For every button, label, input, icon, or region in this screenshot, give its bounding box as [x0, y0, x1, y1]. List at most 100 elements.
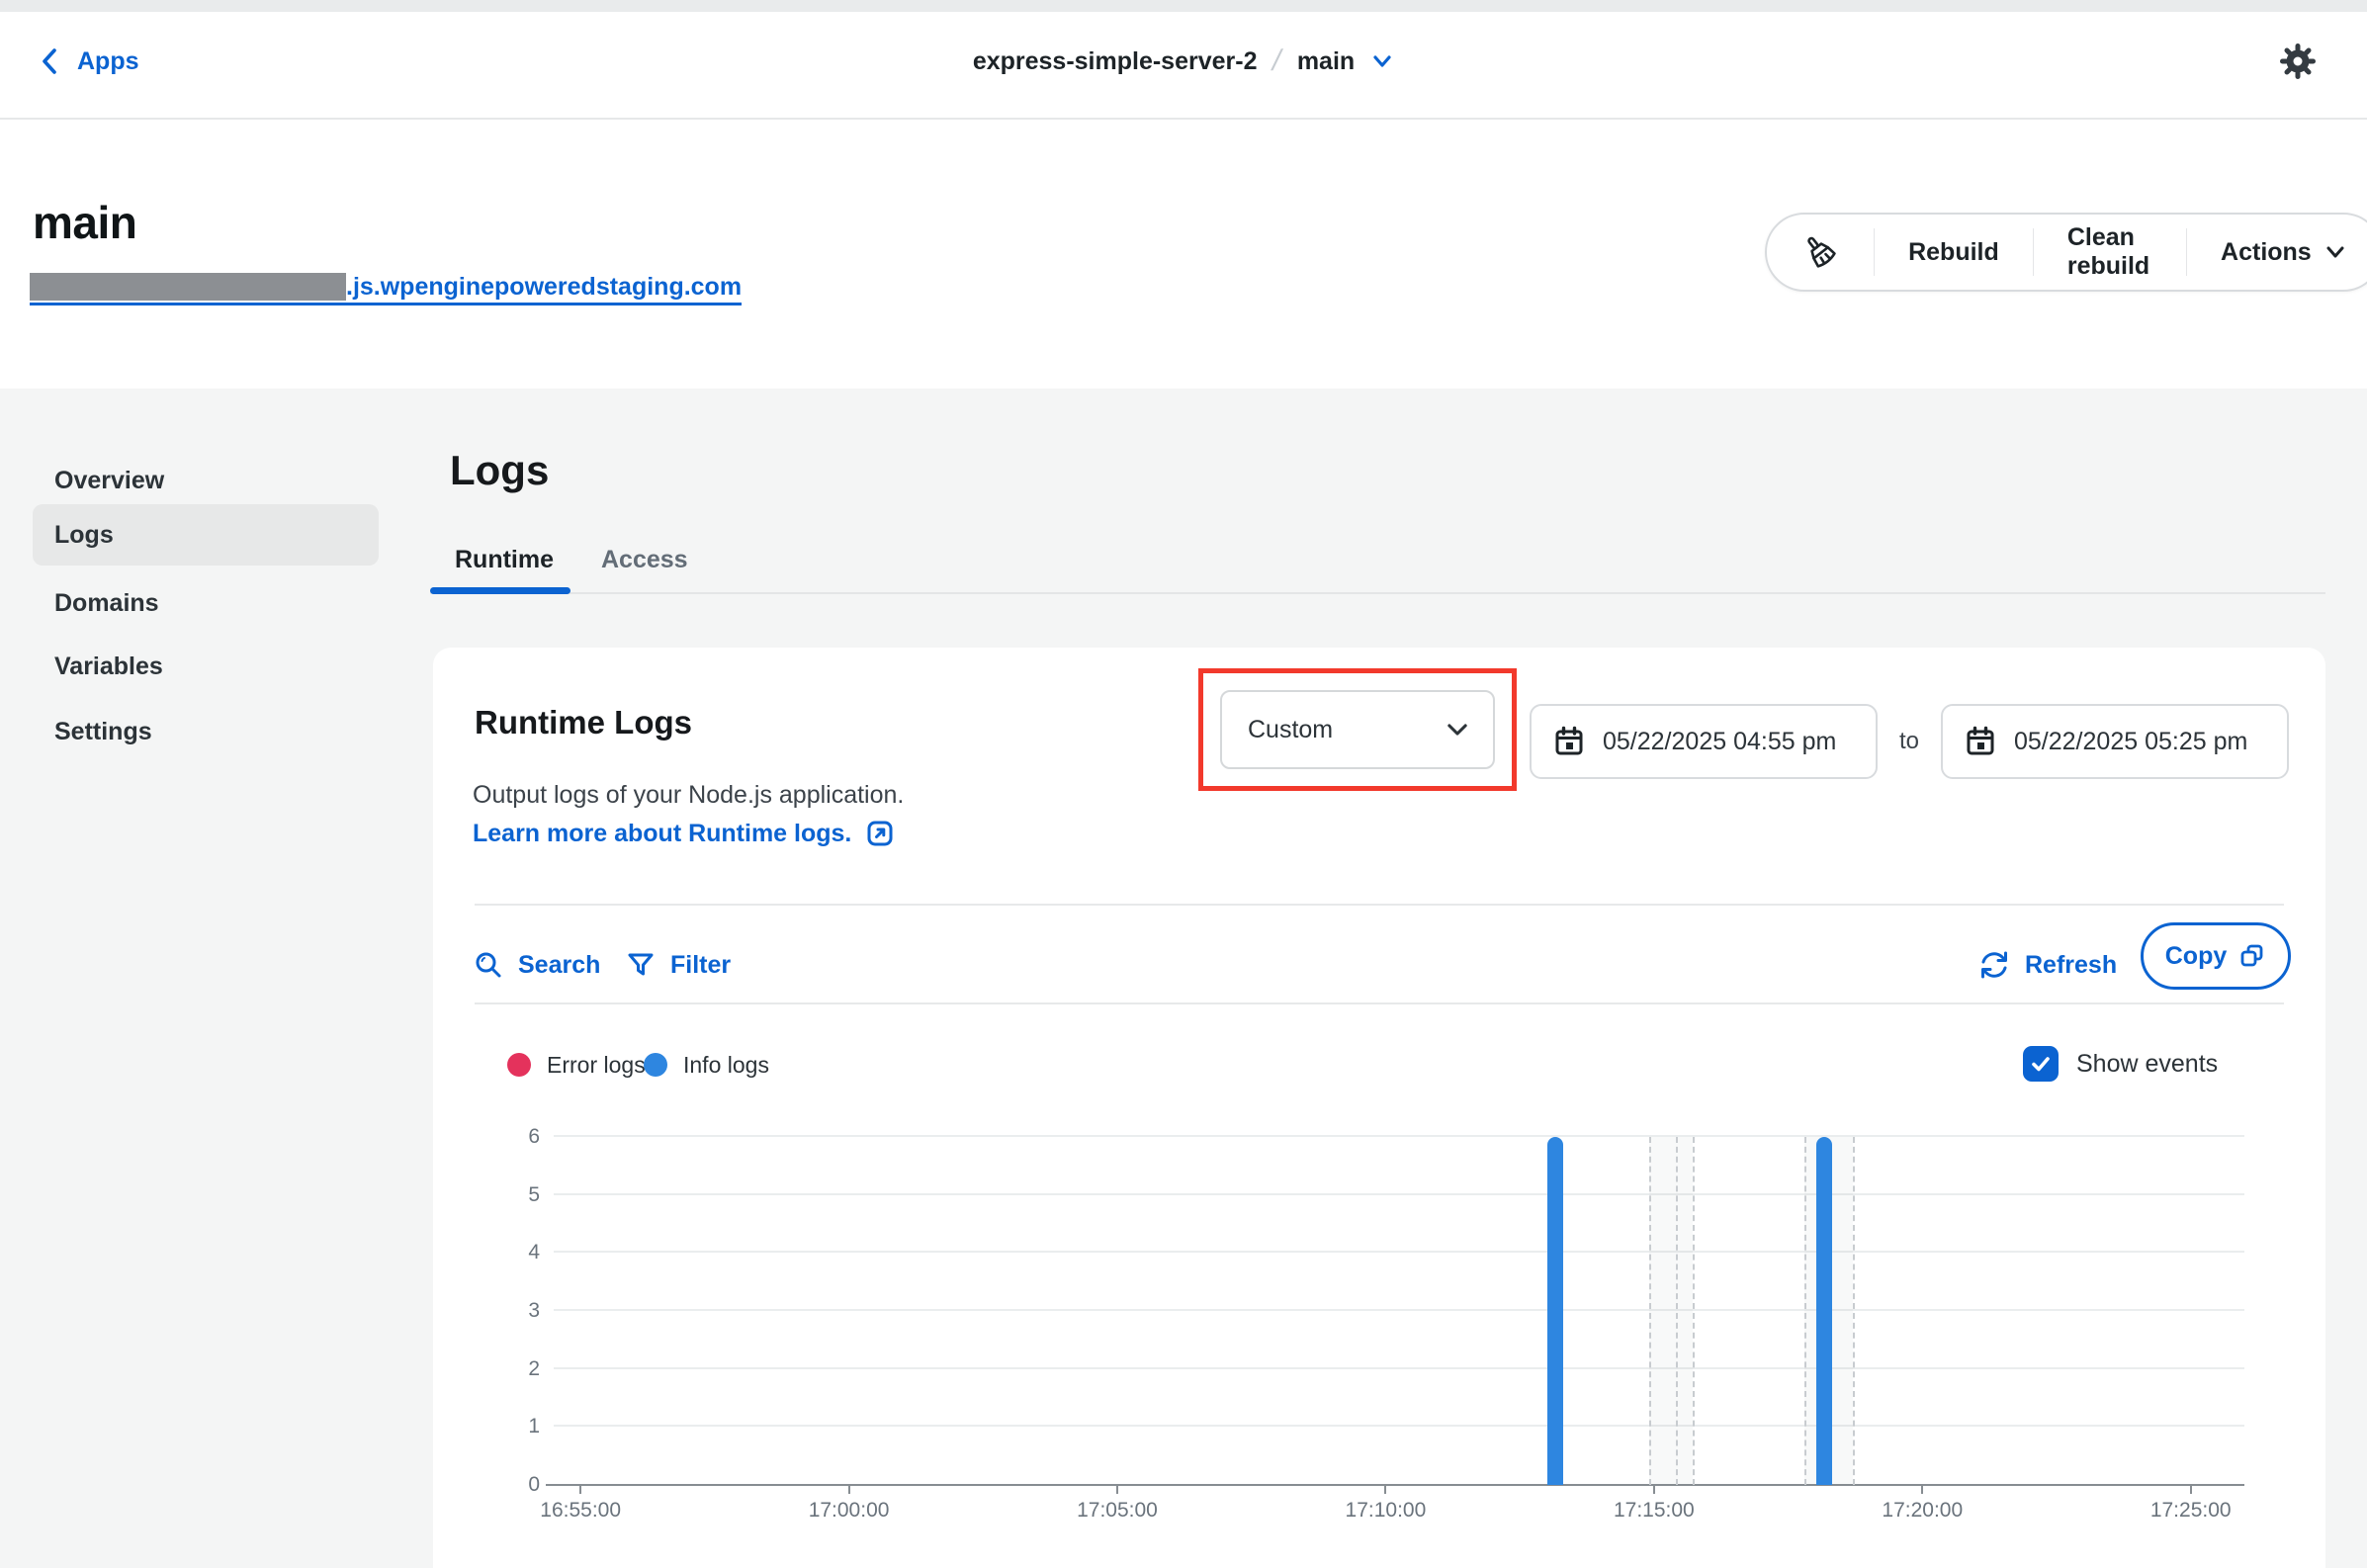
copy-icon — [2238, 942, 2266, 970]
section-title: Logs — [450, 447, 549, 494]
event-dashed-line — [1649, 1137, 1651, 1485]
refresh-label: Refresh — [2025, 951, 2117, 980]
page-title: main — [33, 196, 136, 249]
breadcrumb-environment[interactable]: main — [1297, 47, 1355, 76]
x-axis-tick-label: 17:10:00 — [1306, 1499, 1464, 1523]
tabs-divider — [430, 592, 2325, 594]
log-count-bar — [1816, 1137, 1832, 1485]
search-label: Search — [518, 951, 600, 980]
chart-x-axis-tick-labels: 16:55:0017:00:0017:05:0017:10:0017:15:00… — [554, 1485, 2244, 1534]
redacted-url-mask — [30, 273, 346, 301]
panel-description: Output logs of your Node.js application. — [473, 781, 904, 810]
y-axis-tick-label: 6 — [528, 1125, 540, 1149]
calendar-icon — [1553, 726, 1585, 757]
y-axis-tick-label: 2 — [528, 1357, 540, 1381]
tab-runtime[interactable]: Runtime — [455, 546, 554, 574]
chevron-down-icon — [2323, 240, 2347, 264]
filter-label: Filter — [670, 951, 731, 980]
learn-more-label: Learn more about Runtime logs. — [473, 820, 851, 848]
breadcrumb-app-name: express-simple-server-2 — [973, 47, 1258, 76]
log-count-bar — [1547, 1137, 1563, 1485]
refresh-button[interactable]: Refresh — [1977, 941, 2117, 989]
panel-divider — [475, 904, 2284, 906]
event-band — [1649, 1137, 1692, 1485]
y-axis-tick-label: 0 — [528, 1473, 540, 1497]
sidebar-item-logs[interactable]: Logs — [33, 504, 379, 566]
tab-access[interactable]: Access — [601, 546, 688, 574]
chart-y-axis-labels: 0123456 — [465, 1137, 540, 1485]
learn-more-link[interactable]: Learn more about Runtime logs. — [473, 819, 895, 848]
active-tab-underline — [430, 587, 570, 594]
header-divider — [0, 118, 2367, 120]
chart-gridline — [554, 1367, 2244, 1369]
breadcrumb: express-simple-server-2 / main — [0, 40, 2367, 83]
legend-item-error-logs: Error logs — [507, 1050, 646, 1080]
panel-divider — [475, 1002, 2284, 1004]
sidebar-item-settings[interactable]: Settings — [33, 704, 379, 759]
date-to-value: 05/22/2025 05:25 pm — [2014, 728, 2247, 756]
date-to-field[interactable]: 05/22/2025 05:25 pm — [1941, 704, 2289, 779]
date-from-field[interactable]: 05/22/2025 04:55 pm — [1530, 704, 1878, 779]
chart-gridline — [554, 1309, 2244, 1311]
chevron-down-icon — [1444, 716, 1471, 743]
external-link-icon — [865, 819, 895, 848]
actions-menu-button[interactable]: Actions — [2187, 215, 2367, 290]
event-dashed-line — [1676, 1137, 1678, 1485]
sidebar-item-overview[interactable]: Overview — [33, 453, 379, 508]
error-logs-dot — [507, 1053, 531, 1077]
gear-icon — [2278, 42, 2318, 81]
show-events-checkbox[interactable] — [2023, 1046, 2059, 1082]
y-axis-tick-label: 5 — [528, 1183, 540, 1207]
environment-actions-toolbar: Rebuild Clean rebuild Actions — [1765, 213, 2367, 292]
environment-url-text: .js.wpenginepoweredstaging.com — [346, 273, 742, 301]
filter-icon — [625, 949, 657, 981]
info-logs-label: Info logs — [683, 1052, 769, 1079]
copy-button[interactable]: Copy — [2141, 922, 2291, 990]
y-axis-tick-label: 4 — [528, 1241, 540, 1264]
chevron-down-icon[interactable] — [1370, 49, 1394, 73]
clean-rebuild-label: Clean rebuild — [2067, 223, 2152, 281]
runtime-logs-chart — [554, 1137, 2244, 1485]
x-axis-tick-label: 17:15:00 — [1575, 1499, 1733, 1523]
copy-label: Copy — [2165, 942, 2228, 971]
chart-gridline — [554, 1251, 2244, 1253]
settings-gear-button[interactable] — [2272, 36, 2323, 87]
sidebar-item-variables[interactable]: Variables — [33, 639, 379, 694]
time-range-value: Custom — [1248, 716, 1333, 744]
x-axis-tick-label: 17:20:00 — [1843, 1499, 2001, 1523]
rebuild-button[interactable]: Rebuild — [1875, 215, 2033, 290]
info-logs-dot — [644, 1053, 667, 1077]
panel-title: Runtime Logs — [475, 704, 692, 741]
show-events-label: Show events — [2076, 1050, 2218, 1079]
clean-cache-button[interactable] — [1767, 215, 1874, 290]
date-range-to-label: to — [1878, 704, 1941, 779]
search-icon — [473, 949, 504, 981]
x-axis-tick-label: 16:55:00 — [501, 1499, 659, 1523]
environment-url-link[interactable]: .js.wpenginepoweredstaging.com — [30, 273, 742, 305]
error-logs-label: Error logs — [547, 1052, 646, 1079]
date-from-value: 05/22/2025 04:55 pm — [1603, 728, 1836, 756]
broom-icon — [1800, 232, 1840, 272]
filter-button[interactable]: Filter — [625, 941, 731, 989]
chart-gridline — [554, 1425, 2244, 1427]
actions-label: Actions — [2221, 238, 2312, 267]
window-top-strip — [0, 0, 2367, 12]
legend-item-info-logs: Info logs — [644, 1050, 769, 1080]
y-axis-tick-label: 1 — [528, 1415, 540, 1438]
x-axis-tick-label: 17:00:00 — [770, 1499, 928, 1523]
y-axis-tick-label: 3 — [528, 1299, 540, 1323]
sidebar-item-domains[interactable]: Domains — [33, 575, 379, 631]
event-dashed-line — [1693, 1137, 1695, 1485]
chart-gridline — [554, 1135, 2244, 1137]
x-axis-tick-label: 17:25:00 — [2112, 1499, 2270, 1523]
show-events-toggle[interactable]: Show events — [2023, 1046, 2218, 1082]
calendar-icon — [1965, 726, 1996, 757]
time-range-dropdown[interactable]: Custom — [1220, 690, 1495, 769]
event-dashed-line — [1853, 1137, 1855, 1485]
clean-rebuild-button[interactable]: Clean rebuild — [2034, 215, 2186, 290]
event-dashed-line — [1804, 1137, 1806, 1485]
search-button[interactable]: Search — [473, 941, 600, 989]
chart-gridline — [554, 1193, 2244, 1195]
x-axis-tick-label: 17:05:00 — [1038, 1499, 1196, 1523]
breadcrumb-separator: / — [1270, 44, 1285, 78]
